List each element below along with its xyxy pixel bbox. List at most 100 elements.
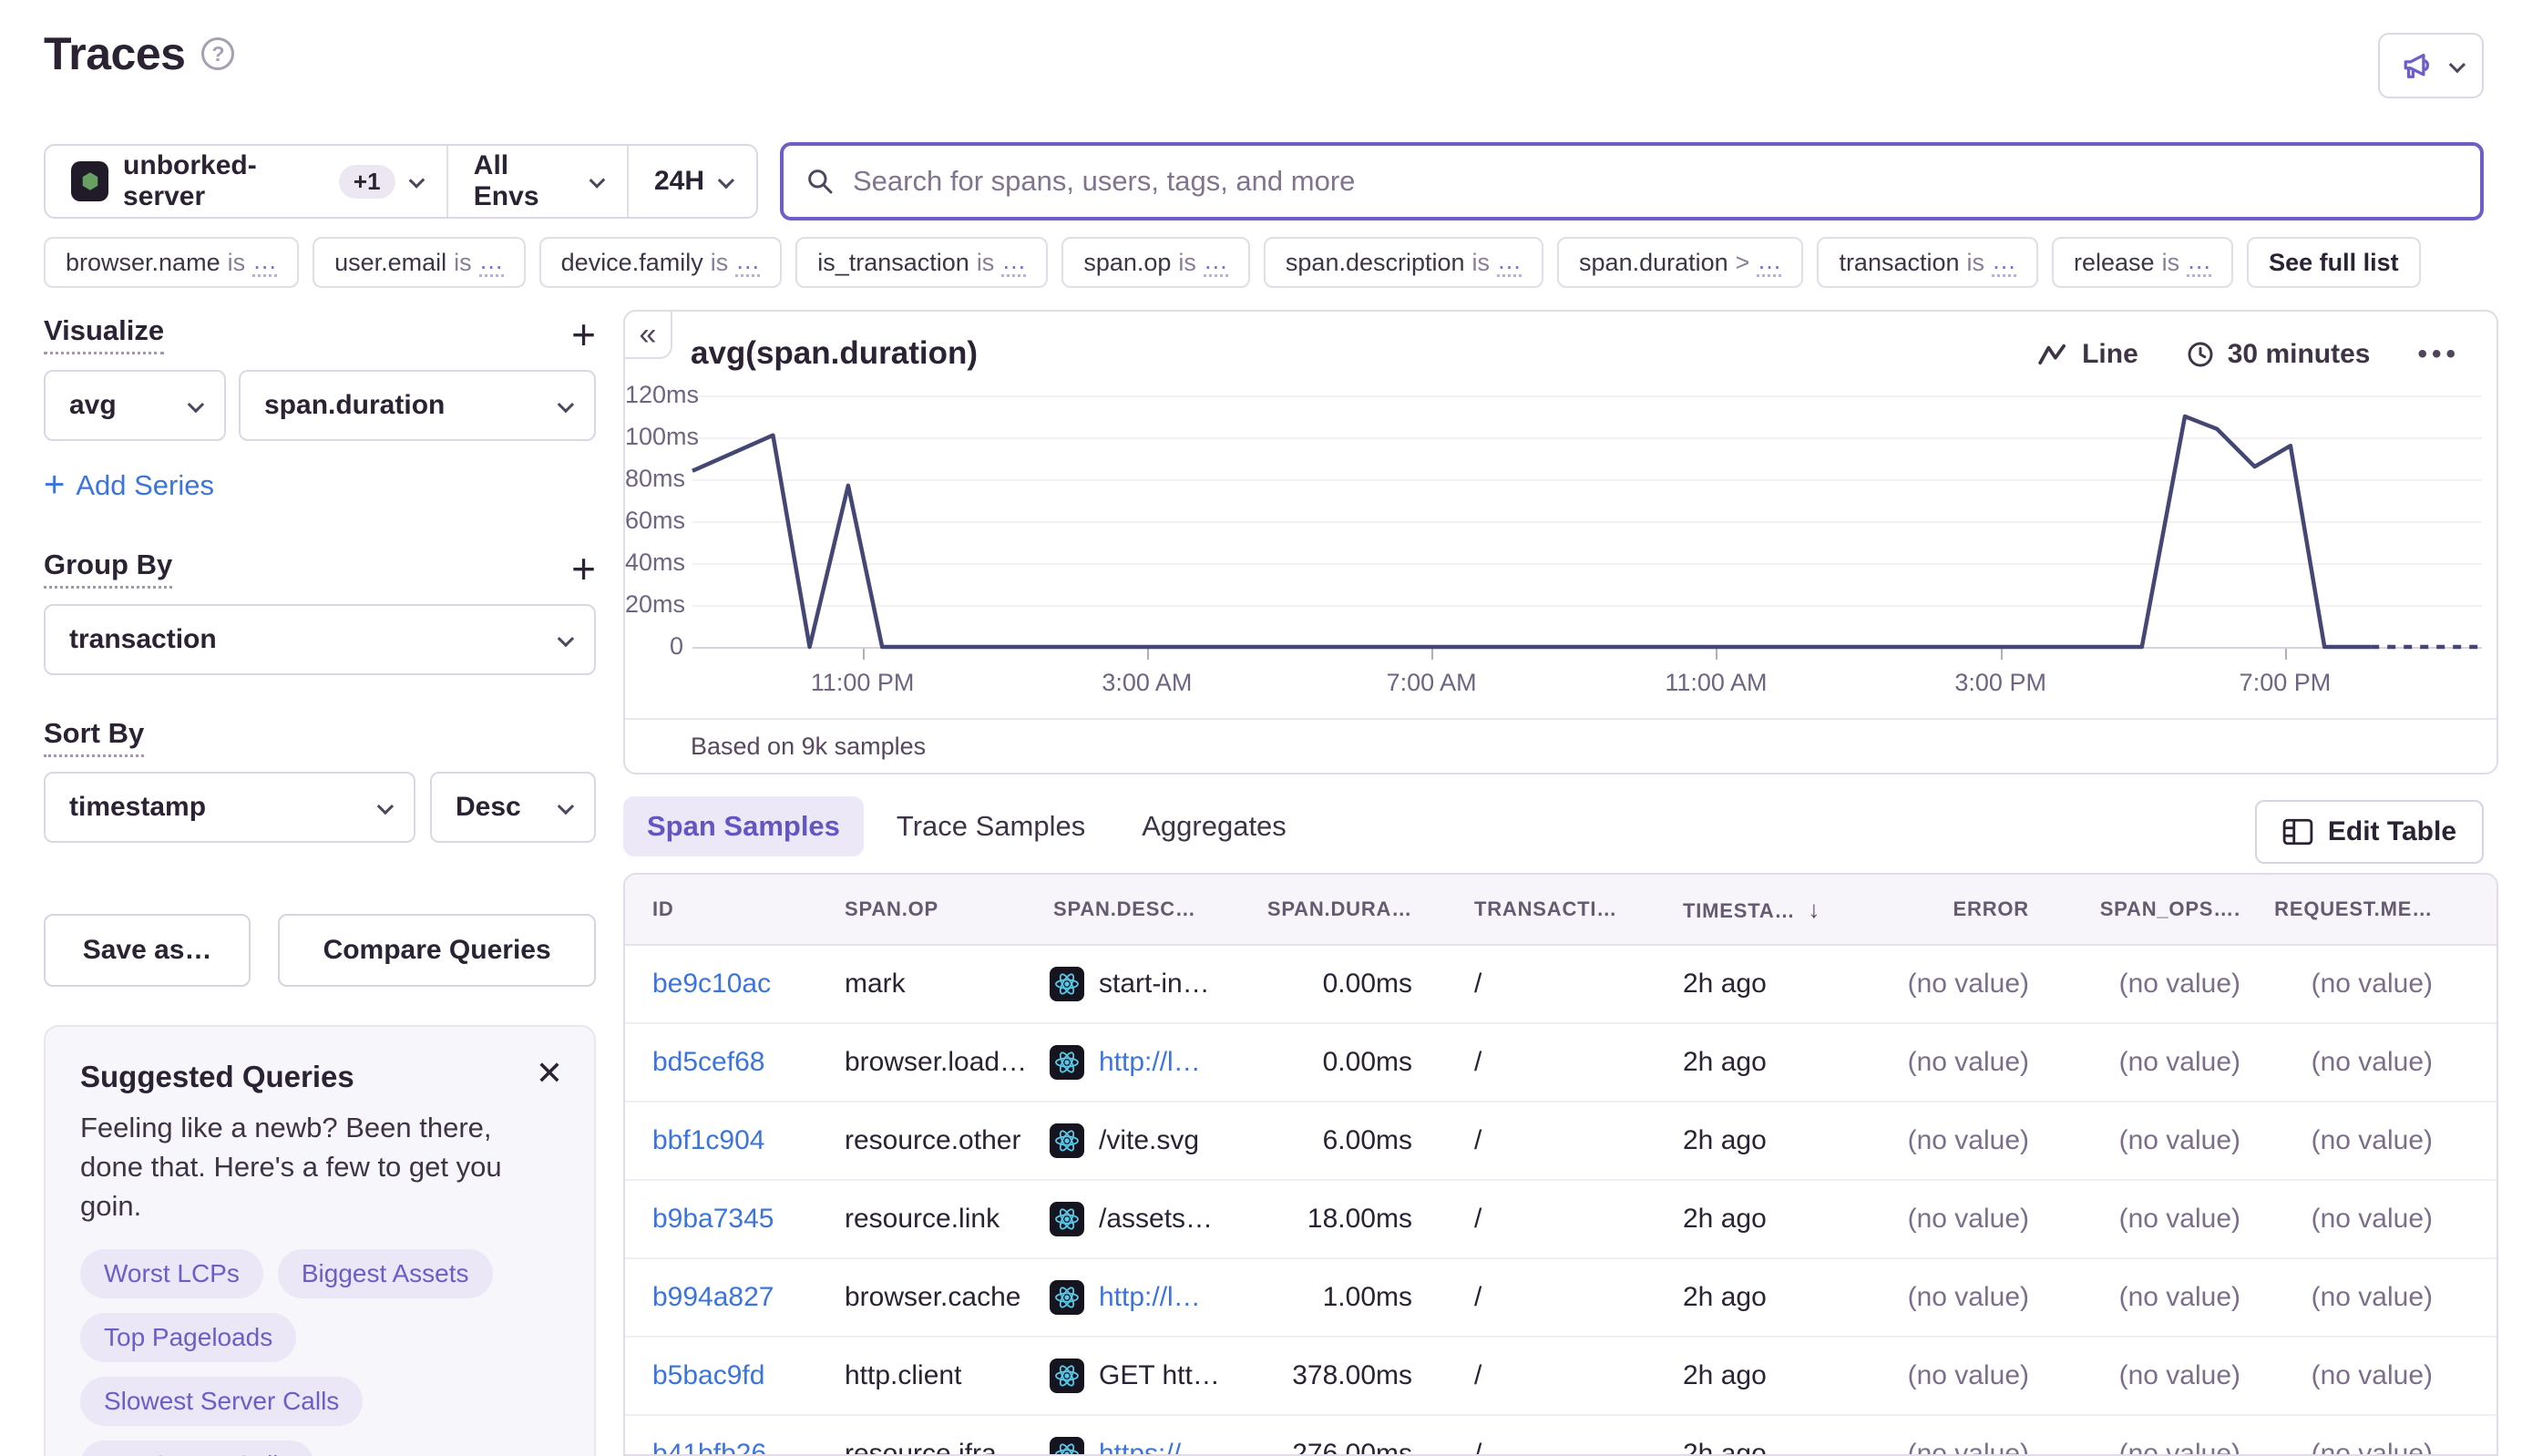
tab-aggregates[interactable]: Aggregates [1118, 796, 1310, 856]
chart-plot[interactable]: 11:00 PM3:00 AM7:00 AM11:00 AM3:00 PM7:0… [692, 395, 2482, 647]
suggested-query-chip[interactable]: Slowest Server Calls [80, 1377, 363, 1426]
add-visualize-button[interactable]: + [571, 313, 596, 355]
filter-chip[interactable]: is_transactionis… [795, 237, 1048, 288]
span-id-link[interactable]: b41bfb26 [652, 1439, 766, 1456]
cell-timestamp[interactable]: 2h ago [1619, 969, 1833, 1000]
cell-id[interactable]: bbf1c904 [625, 1125, 845, 1156]
save-as-button[interactable]: Save as… [44, 914, 251, 987]
filter-chip[interactable]: device.familyis… [539, 237, 783, 288]
table-row[interactable]: b5bac9fdhttp.client GET htt…378.00ms/2h … [625, 1338, 2496, 1416]
column-header-id[interactable]: ID [625, 897, 845, 921]
column-header-timesta[interactable]: TIMESTA…↓ [1619, 896, 1833, 924]
table-row[interactable]: be9c10acmark start-in…0.00ms/2h ago(no v… [625, 946, 2496, 1024]
group-by-select[interactable]: transaction [44, 604, 596, 675]
chart-more-button[interactable]: ••• [2417, 339, 2460, 370]
add-series-button[interactable]: + Add Series [44, 465, 596, 506]
suggested-query-chip[interactable]: Top Pageloads [80, 1313, 296, 1362]
close-icon[interactable]: ✕ [536, 1054, 563, 1092]
sort-field-select[interactable]: timestamp [44, 772, 415, 843]
timestamp-value[interactable]: 2h ago [1683, 1439, 1767, 1456]
compare-queries-button[interactable]: Compare Queries [278, 914, 596, 987]
cell-span-description[interactable]: /assets… [1050, 1202, 1264, 1236]
cell-timestamp[interactable]: 2h ago [1619, 1282, 1833, 1313]
cell-error: (no value) [1833, 1360, 2052, 1391]
cell-id[interactable]: b994a827 [625, 1282, 845, 1313]
cell-span-description[interactable]: GET htt… [1050, 1359, 1264, 1393]
group-by-label: Group By [44, 549, 172, 589]
help-icon[interactable]: ? [201, 37, 234, 70]
cell-span-description[interactable]: /vite.svg [1050, 1123, 1264, 1158]
column-header-error[interactable]: ERROR [1833, 897, 2052, 921]
span-id-link[interactable]: bd5cef68 [652, 1047, 764, 1077]
timestamp-value[interactable]: 2h ago [1683, 1282, 1767, 1313]
table-row[interactable]: b9ba7345resource.link /assets…18.00ms/2h… [625, 1181, 2496, 1259]
chip-value: … [2187, 248, 2211, 276]
suggested-query-chip[interactable]: Biggest Assets [278, 1249, 493, 1298]
cell-id[interactable]: b41bfb26 [625, 1439, 845, 1456]
column-header-spandura[interactable]: SPAN.DURA… [1264, 897, 1423, 921]
sort-direction-select[interactable]: Desc [430, 772, 596, 843]
aggregate-select[interactable]: avg [44, 370, 226, 441]
column-header-spandesc[interactable]: SPAN.DESC… [1050, 897, 1264, 921]
filter-chip[interactable]: transactionis… [1817, 237, 2038, 288]
span-id-link[interactable]: b994a827 [652, 1282, 774, 1312]
timestamp-value[interactable]: 2h ago [1683, 1360, 1767, 1391]
table-row[interactable]: b41bfb26resource.ifra… https://…276.00ms… [625, 1416, 2496, 1456]
cell-id[interactable]: be9c10ac [625, 969, 845, 1000]
chip-key: span.description [1286, 249, 1465, 277]
column-header-transacti[interactable]: TRANSACTI… [1423, 897, 1619, 921]
cell-span-description[interactable]: start-in… [1050, 967, 1264, 1001]
column-header-requestme[interactable]: REQUEST.ME… [2261, 897, 2496, 921]
filter-chip[interactable]: span.duration>… [1557, 237, 1803, 288]
search-input[interactable] [851, 164, 2458, 199]
whats-new-button[interactable] [2378, 33, 2484, 98]
table-row[interactable]: bbf1c904resource.other /vite.svg6.00ms/2… [625, 1102, 2496, 1181]
span-id-link[interactable]: b9ba7345 [652, 1204, 774, 1234]
cell-id[interactable]: bd5cef68 [625, 1047, 845, 1078]
cell-span-description[interactable]: http://l… [1050, 1280, 1264, 1315]
interval-button[interactable]: 30 minutes [2186, 339, 2371, 370]
filter-chip[interactable]: releaseis… [2052, 237, 2233, 288]
timestamp-value[interactable]: 2h ago [1683, 969, 1767, 1000]
filter-chip[interactable]: browser.nameis… [44, 237, 299, 288]
span-id-link[interactable]: bbf1c904 [652, 1125, 764, 1155]
suggested-query-chip[interactable]: Worst LCPs [80, 1249, 263, 1298]
tab-span-samples[interactable]: Span Samples [623, 796, 864, 856]
no-value: (no value) [1908, 1360, 2029, 1390]
field-select[interactable]: span.duration [239, 370, 596, 441]
add-group-by-button[interactable]: + [571, 548, 596, 590]
time-range-selector[interactable]: 24H [629, 146, 756, 217]
no-value: (no value) [2119, 1125, 2240, 1155]
environment-selector[interactable]: All Envs [448, 146, 627, 217]
suggested-query-chip[interactable]: Top Server Calls [80, 1441, 314, 1456]
cell-span-op: http.client [845, 1360, 1050, 1391]
timestamp-value[interactable]: 2h ago [1683, 1125, 1767, 1156]
span-id-link[interactable]: be9c10ac [652, 969, 771, 999]
edit-table-button[interactable]: Edit Table [2255, 800, 2484, 864]
cell-span-description[interactable]: http://l… [1050, 1045, 1264, 1080]
filter-chip[interactable]: span.opis… [1061, 237, 1250, 288]
see-full-list-button[interactable]: See full list [2247, 237, 2421, 288]
cell-timestamp[interactable]: 2h ago [1619, 1125, 1833, 1156]
timestamp-value[interactable]: 2h ago [1683, 1204, 1767, 1235]
cell-timestamp[interactable]: 2h ago [1619, 1204, 1833, 1235]
cell-id[interactable]: b5bac9fd [625, 1360, 845, 1391]
column-header-spanop[interactable]: SPAN.OP [845, 897, 1050, 921]
timestamp-value[interactable]: 2h ago [1683, 1047, 1767, 1078]
collapse-sidebar-button[interactable]: « [623, 310, 672, 359]
chart-type-button[interactable]: Line [2038, 339, 2138, 370]
filter-chip[interactable]: span.descriptionis… [1264, 237, 1543, 288]
tab-trace-samples[interactable]: Trace Samples [873, 796, 1109, 856]
cell-timestamp[interactable]: 2h ago [1619, 1439, 1833, 1456]
column-header-spanops[interactable]: SPAN_OPS…. [2052, 897, 2261, 921]
cell-span-description[interactable]: https://… [1050, 1437, 1264, 1456]
cell-id[interactable]: b9ba7345 [625, 1204, 845, 1235]
filter-chip[interactable]: user.emailis… [313, 237, 526, 288]
cell-timestamp[interactable]: 2h ago [1619, 1360, 1833, 1391]
search-bar[interactable] [780, 142, 2484, 220]
table-row[interactable]: bd5cef68browser.load… http://l…0.00ms/2h… [625, 1024, 2496, 1102]
cell-timestamp[interactable]: 2h ago [1619, 1047, 1833, 1078]
table-row[interactable]: b994a827browser.cache http://l…1.00ms/2h… [625, 1259, 2496, 1338]
project-selector[interactable]: unborked-server +1 [46, 146, 446, 217]
span-id-link[interactable]: b5bac9fd [652, 1360, 764, 1390]
